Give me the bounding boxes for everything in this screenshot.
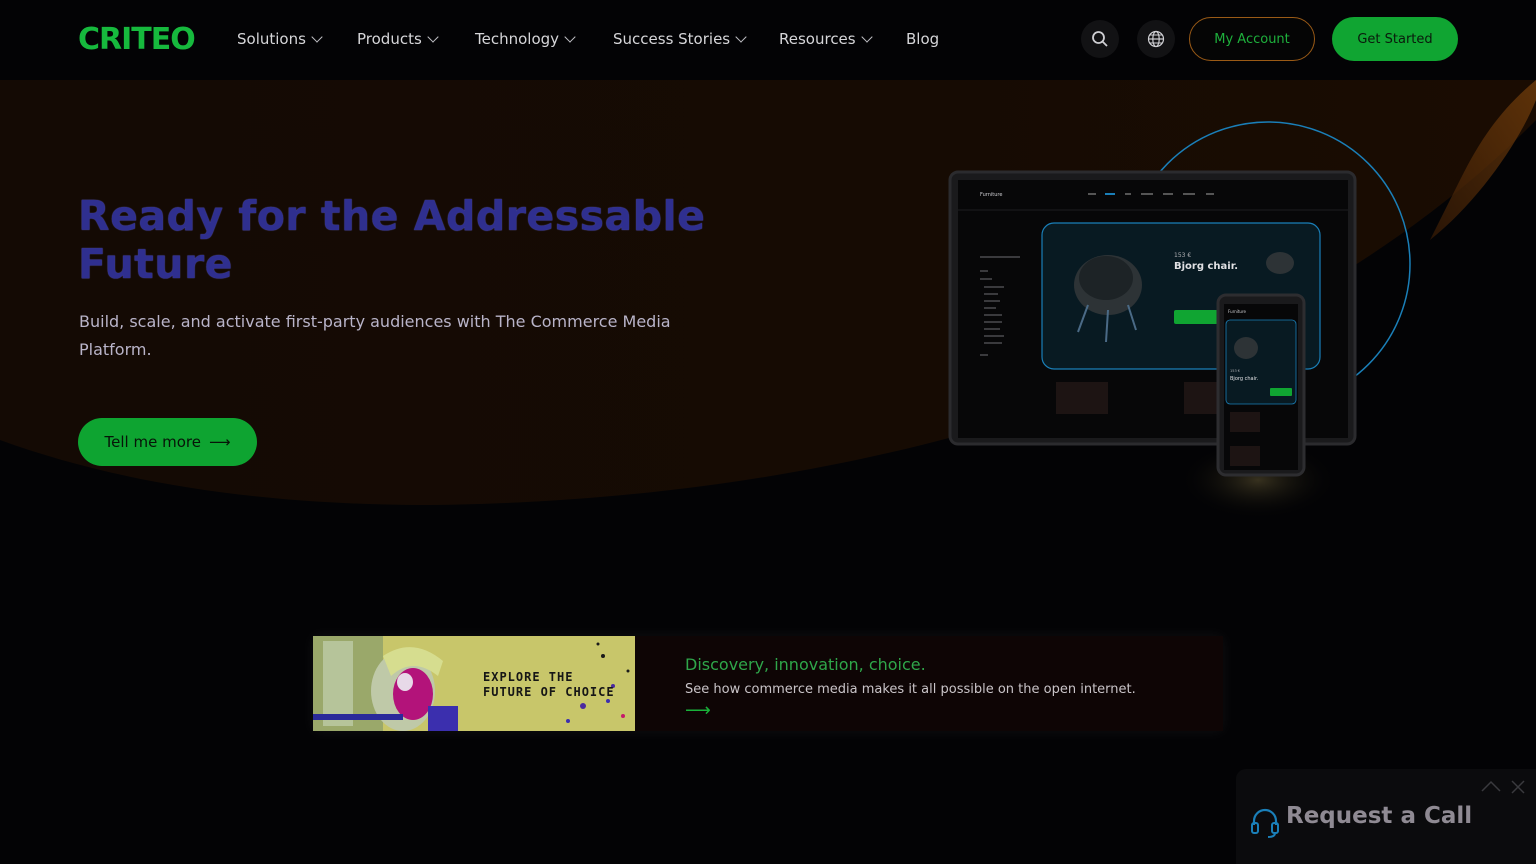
nav-item-products[interactable]: Products <box>357 30 439 48</box>
mock-mobile-title: Furniture <box>1228 309 1246 314</box>
chevron-up-icon[interactable] <box>1480 779 1502 793</box>
nav-item-success-stories[interactable]: Success Stories <box>613 30 747 48</box>
cta-label: Tell me more <box>104 433 201 451</box>
mock-mobile-price: 153 € <box>1230 369 1240 373</box>
headset-icon <box>1251 808 1279 838</box>
mock-price: 153 € <box>1174 252 1191 259</box>
mock-mobile-product: Bjorg chair. <box>1230 376 1259 382</box>
mock-site-title: Furniture <box>980 192 1002 198</box>
search-icon <box>1092 31 1108 47</box>
criteo-logo[interactable]: CRITEO <box>78 22 196 57</box>
chevron-down-icon <box>311 30 323 43</box>
globe-icon <box>1147 30 1165 48</box>
hero-title: Ready for the Addressable Future <box>78 192 706 288</box>
product-mockup-image: Furniture 153 € Bjorg chair. Furniture 1… <box>948 121 1411 520</box>
nav-item-label: Solutions <box>237 30 306 48</box>
banner-image-caption-line: FUTURE OF CHOICE <box>483 685 615 699</box>
banner-image-caption-line: EXPLORE THE <box>483 670 574 684</box>
arrow-right-icon[interactable]: ⟶ <box>685 700 711 721</box>
nav-item-label: Success Stories <box>613 30 731 48</box>
nav-item-label: Technology <box>475 30 560 48</box>
get-started-button[interactable]: Get Started <box>1332 17 1458 61</box>
request-call-label: Request a Call <box>1286 803 1473 829</box>
nav-item-resources[interactable]: Resources <box>779 30 873 48</box>
nav-item-label: Blog <box>906 30 940 48</box>
top-navigation: CRITEO Solutions Products Technology Suc… <box>0 0 1536 80</box>
mock-product-name: Bjorg chair. <box>1174 261 1238 272</box>
chevron-down-icon <box>860 30 873 43</box>
chevron-down-icon <box>735 30 747 43</box>
nav-item-solutions[interactable]: Solutions <box>237 30 323 48</box>
arrow-right-icon: ⟶ <box>208 433 231 451</box>
search-button[interactable] <box>1081 20 1119 58</box>
promo-banner[interactable]: EXPLORE THE FUTURE OF CHOICE Discovery, … <box>313 636 1223 731</box>
language-button[interactable] <box>1137 20 1175 58</box>
tell-me-more-button[interactable]: Tell me more ⟶ <box>78 418 257 466</box>
banner-image: EXPLORE THE FUTURE OF CHOICE <box>313 636 635 731</box>
close-icon[interactable] <box>1510 779 1526 795</box>
chevron-down-icon <box>564 30 576 43</box>
my-account-button[interactable]: My Account <box>1189 17 1315 61</box>
banner-image-caption: EXPLORE THE FUTURE OF CHOICE <box>483 670 615 700</box>
nav-item-technology[interactable]: Technology <box>475 30 576 48</box>
nav-item-label: Products <box>357 30 422 48</box>
chevron-down-icon <box>427 30 439 43</box>
nav-item-blog[interactable]: Blog <box>906 30 939 48</box>
request-call-widget[interactable]: Request a Call <box>1236 769 1536 864</box>
nav-item-label: Resources <box>779 30 856 48</box>
hero-subtitle: Build, scale, and activate first-party a… <box>79 312 671 359</box>
banner-subtitle: See how commerce media makes it all poss… <box>685 682 1136 697</box>
banner-title: Discovery, innovation, choice. <box>685 655 926 674</box>
